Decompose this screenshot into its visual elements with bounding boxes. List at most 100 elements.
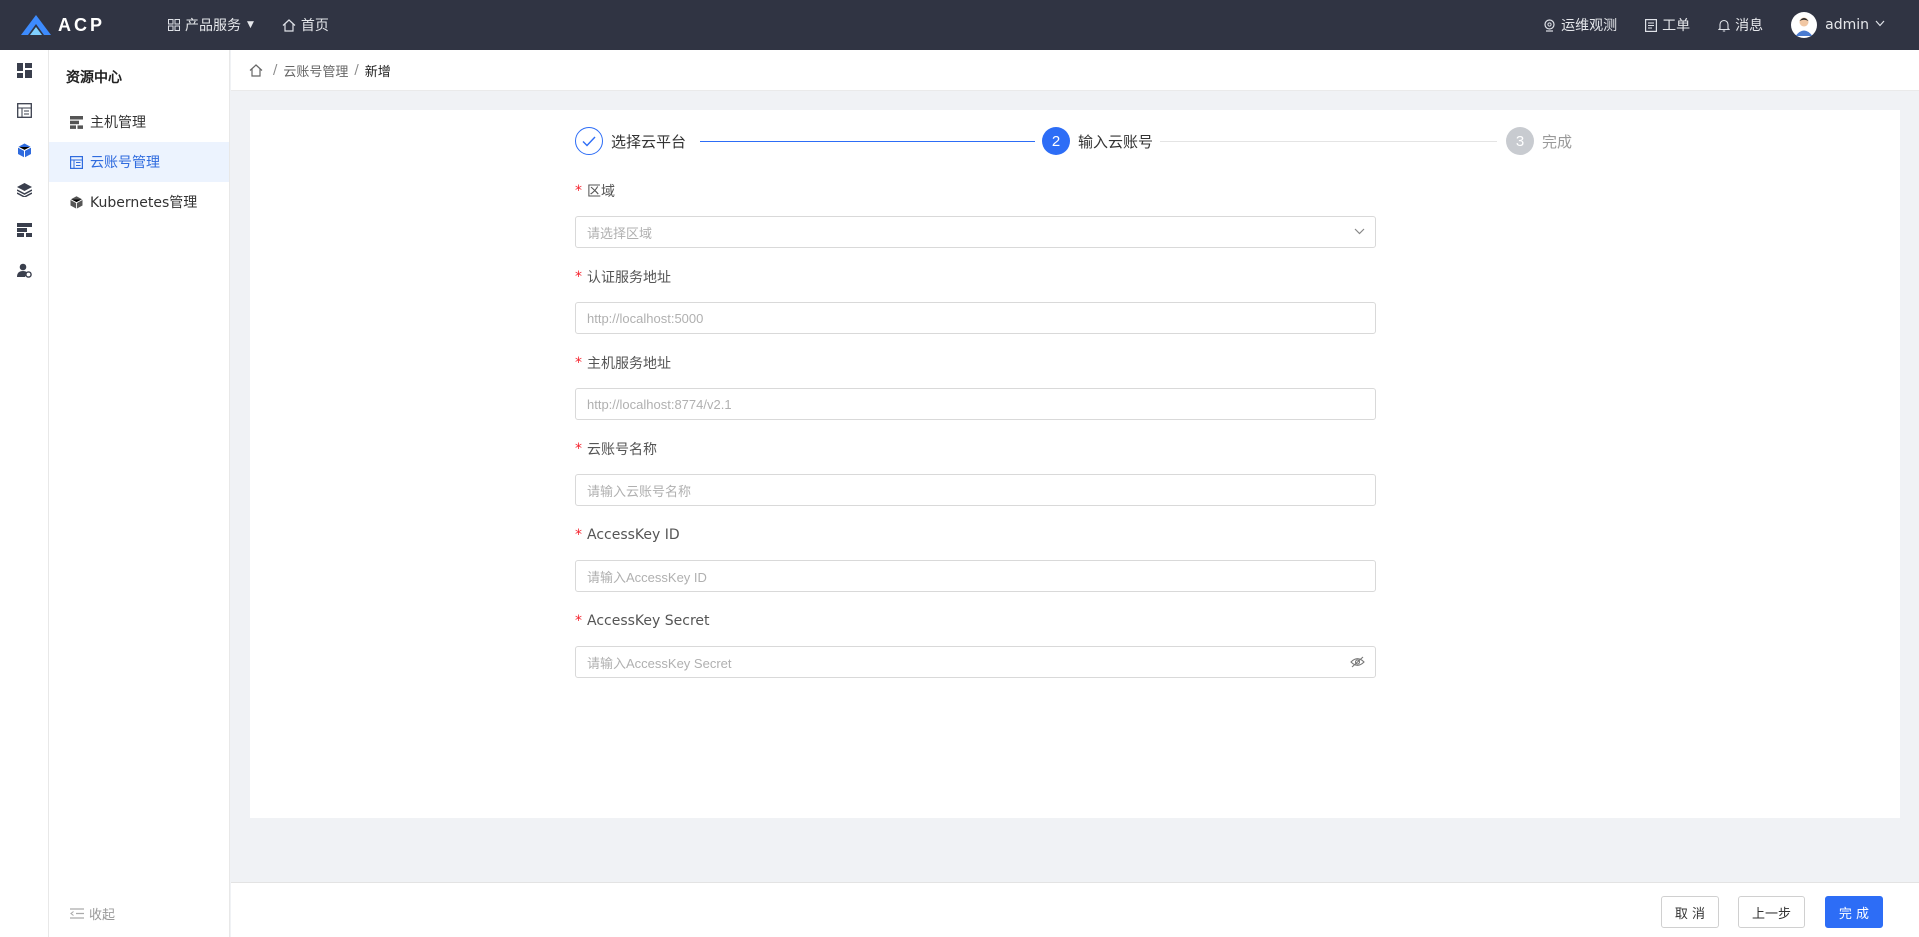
bell-icon	[1718, 19, 1731, 32]
layers-icon	[17, 183, 32, 197]
ticket-label: 工单	[1662, 18, 1691, 34]
rail-cube[interactable]	[0, 130, 49, 170]
compute-url-placeholder: http://localhost:8774/v2.1	[587, 396, 732, 412]
message-link[interactable]: 消息	[1704, 0, 1777, 50]
cube-icon	[17, 143, 32, 157]
rail-resource[interactable]	[0, 90, 49, 130]
access-key-secret-label: AccessKey Secret	[587, 613, 710, 629]
message-label: 消息	[1735, 18, 1764, 34]
finish-button[interactable]: 完 成	[1825, 896, 1883, 928]
chevron-down-icon	[1875, 20, 1885, 30]
account-name-field: * 云账号名称 请输入云账号名称	[575, 438, 1376, 524]
resource-icon	[17, 102, 32, 118]
ops-observe-label: 运维观测	[1561, 18, 1618, 34]
sidebar-item-label: Kubernetes管理	[90, 195, 198, 211]
logo-text: ACP	[58, 14, 106, 35]
breadcrumb-separator: /	[273, 62, 278, 78]
avatar	[1791, 12, 1818, 38]
required-mark: *	[575, 269, 582, 285]
compute-url-input[interactable]: http://localhost:8774/v2.1	[575, 388, 1376, 420]
breadcrumb-separator: /	[354, 62, 359, 78]
step-line-1	[700, 141, 1035, 142]
step-1-label: 选择云平台	[611, 133, 687, 151]
ticket-link[interactable]: 工单	[1631, 0, 1704, 50]
rail-dashboard[interactable]	[0, 50, 49, 90]
previous-step-button[interactable]: 上一步	[1738, 896, 1805, 928]
dashboard-icon	[17, 62, 32, 78]
step-line-2	[1160, 141, 1497, 142]
eye-invisible-icon[interactable]	[1350, 656, 1365, 668]
step-1-check	[575, 127, 603, 155]
user-avatar-icon	[1795, 17, 1813, 36]
sidebar-item-host[interactable]: 主机管理	[49, 102, 229, 142]
access-key-secret-input[interactable]: 请输入AccessKey Secret	[575, 646, 1376, 678]
check-icon	[582, 136, 596, 147]
step-2-number: 2	[1042, 127, 1070, 155]
account-list-icon	[70, 155, 83, 169]
access-key-secret-placeholder: 请输入AccessKey Secret	[587, 655, 732, 671]
steps: 选择云平台 2 输入云账号 3 完成	[575, 127, 1575, 157]
region-label: 区域	[587, 184, 615, 200]
rail-storage[interactable]	[0, 210, 49, 250]
logo[interactable]: ACP	[0, 14, 150, 36]
sidebar-item-label: 云账号管理	[90, 155, 160, 171]
required-mark: *	[575, 183, 582, 199]
monitor-icon	[1543, 18, 1556, 32]
required-mark: *	[575, 355, 582, 371]
step-2-label: 输入云账号	[1078, 133, 1154, 151]
step-3-number: 3	[1506, 127, 1534, 155]
rail-layers[interactable]	[0, 170, 49, 210]
top-bar: ACP 产品服务 ▼ 首页 运维观测 工单 消息 admin	[0, 0, 1919, 50]
products-label: 产品服务	[185, 18, 241, 34]
user-menu[interactable]: admin	[1777, 0, 1899, 50]
compute-url-field: * 主机服务地址 http://localhost:8774/v2.1	[575, 352, 1376, 438]
server-icon	[70, 115, 83, 129]
auth-url-input[interactable]: http://localhost:5000	[575, 302, 1376, 334]
required-mark: *	[575, 613, 582, 629]
sidebar-item-label: 主机管理	[90, 115, 146, 131]
collapse-sidebar-button[interactable]: 收起	[70, 904, 115, 923]
account-form: * 区域 请选择区域 * 认证服务地址 http://localhost:5000 …	[575, 180, 1376, 696]
collapse-label: 收起	[89, 908, 116, 923]
footer-bar: 取 消 上一步 完 成	[231, 882, 1919, 937]
sidebar: 资源中心 主机管理 云账号管理 Kubernetes管理 收起	[49, 50, 230, 937]
cube-icon	[70, 195, 83, 209]
breadcrumb: / 云账号管理 / 新增	[231, 50, 1919, 91]
ticket-icon	[1645, 18, 1658, 32]
region-field: * 区域 请选择区域	[575, 180, 1376, 266]
icon-rail	[0, 50, 49, 937]
breadcrumb-current: 新增	[364, 64, 391, 80]
region-placeholder: 请选择区域	[587, 225, 653, 241]
access-key-id-field: * AccessKey ID 请输入AccessKey ID	[575, 524, 1376, 610]
sidebar-title: 资源中心	[66, 70, 122, 86]
auth-url-label: 认证服务地址	[587, 270, 671, 286]
account-name-input[interactable]: 请输入云账号名称	[575, 474, 1376, 506]
user-name: admin	[1825, 17, 1869, 33]
step-3-label: 完成	[1542, 133, 1573, 151]
grid-icon	[168, 19, 180, 31]
access-key-id-input[interactable]: 请输入AccessKey ID	[575, 560, 1376, 592]
caret-down-icon: ▼	[247, 20, 254, 30]
access-key-id-label: AccessKey ID	[587, 527, 680, 543]
sidebar-item-cloud-account[interactable]: 云账号管理	[49, 142, 229, 182]
required-mark: *	[575, 441, 582, 457]
region-select[interactable]: 请选择区域	[575, 216, 1376, 248]
breadcrumb-parent[interactable]: 云账号管理	[283, 61, 348, 80]
ops-observe-link[interactable]: 运维观测	[1529, 0, 1631, 50]
user-settings-icon	[17, 263, 32, 278]
account-name-placeholder: 请输入云账号名称	[587, 483, 692, 499]
access-key-id-placeholder: 请输入AccessKey ID	[587, 569, 707, 585]
cancel-button[interactable]: 取 消	[1661, 896, 1719, 928]
products-menu[interactable]: 产品服务 ▼	[158, 0, 264, 50]
sidebar-item-kubernetes[interactable]: Kubernetes管理	[49, 182, 229, 222]
home-link[interactable]: 首页	[272, 0, 339, 50]
home-icon	[282, 18, 296, 32]
account-name-label: 云账号名称	[587, 442, 657, 458]
home-icon[interactable]	[249, 63, 263, 77]
auth-url-placeholder: http://localhost:5000	[587, 310, 704, 326]
storage-icon	[17, 223, 32, 237]
required-mark: *	[575, 527, 582, 543]
chevron-down-icon	[1354, 228, 1365, 235]
auth-url-field: * 认证服务地址 http://localhost:5000	[575, 266, 1376, 352]
rail-user-settings[interactable]	[0, 250, 49, 290]
